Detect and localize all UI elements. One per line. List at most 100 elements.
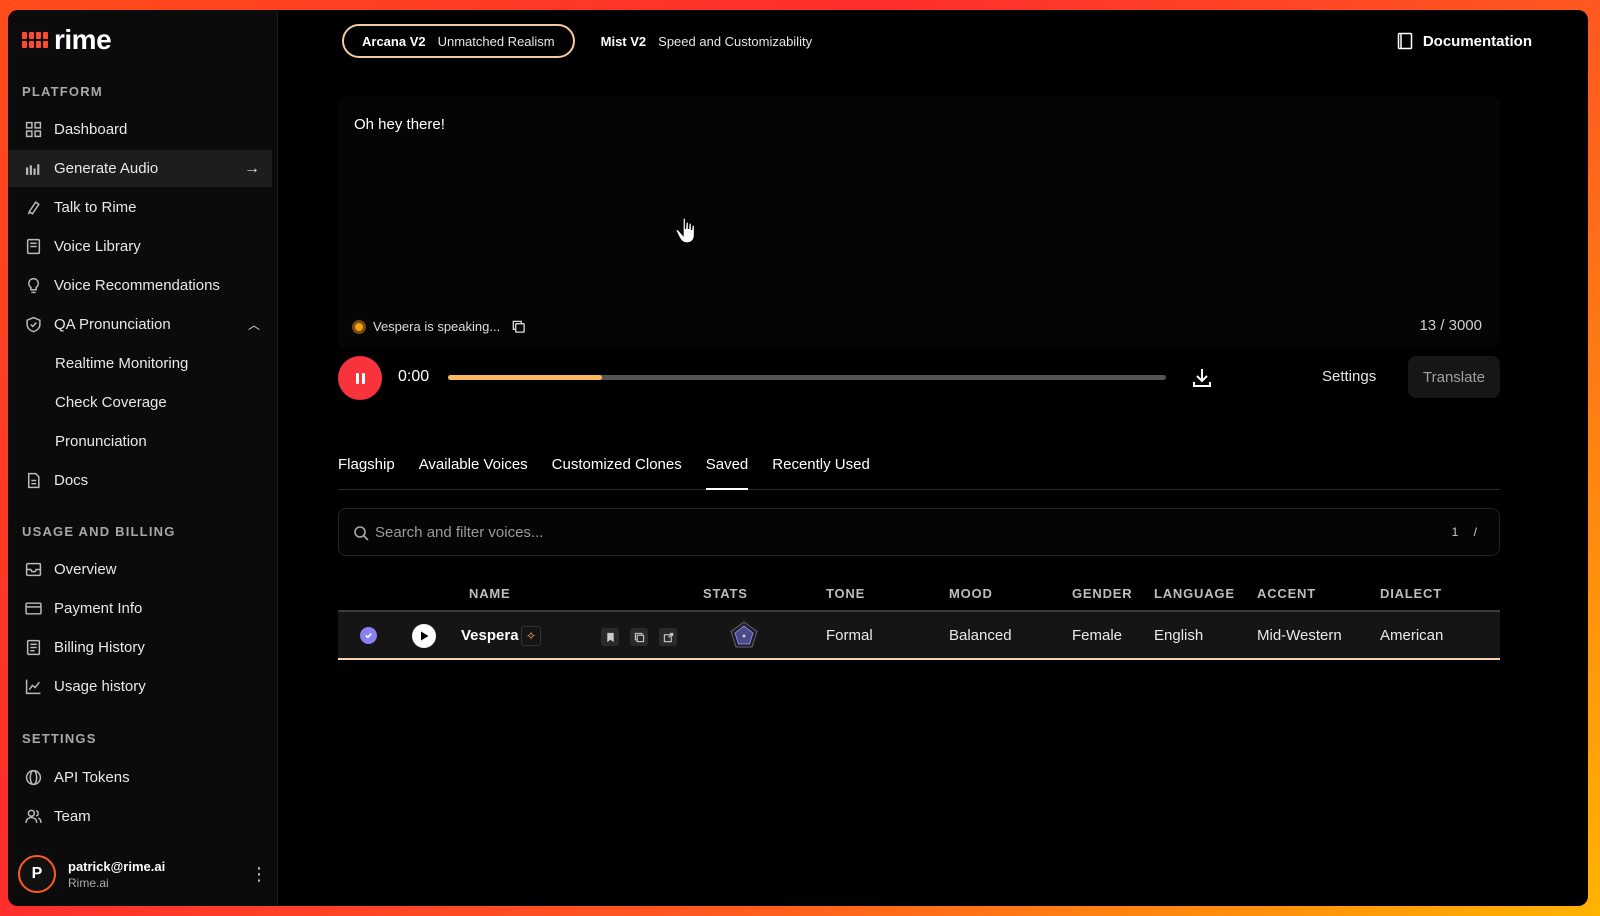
sidebar-item-voice-recommendations[interactable]: Voice Recommendations (8, 267, 272, 304)
play-voice-button[interactable] (412, 624, 436, 648)
playback-progress-bar[interactable] (448, 375, 1166, 380)
users-icon (24, 808, 42, 826)
user-org: Rime.ai (68, 875, 109, 890)
bookmark-icon[interactable] (601, 628, 619, 646)
sidebar-item-payment-info[interactable]: Payment Info (8, 590, 272, 627)
sidebar-item-label: Overview (54, 561, 117, 578)
app-window: rime PLATFORM Dashboard Generate Audio →… (8, 10, 1588, 906)
sidebar-item-api-tokens[interactable]: API Tokens (8, 759, 272, 796)
audio-player: 0:00 Settings Translate (338, 356, 1500, 400)
settings-button[interactable]: Settings (1322, 368, 1376, 385)
voice-tone: Formal (826, 627, 873, 644)
document-icon (24, 472, 42, 490)
speaking-indicator-icon (352, 319, 366, 334)
sidebar-item-label: Team (54, 808, 91, 825)
documentation-link[interactable]: Documentation (1397, 32, 1532, 50)
voice-tabs: Flagship Available Voices Customized Clo… (338, 454, 1500, 490)
voice-accent: Mid-Western (1257, 627, 1342, 644)
column-header-gender[interactable]: GENDER (1072, 586, 1132, 601)
column-header-dialect[interactable]: DIALECT (1380, 586, 1442, 601)
sidebar-item-docs[interactable]: Docs (8, 462, 272, 499)
tab-saved[interactable]: Saved (705, 454, 749, 490)
tab-recently-used[interactable]: Recently Used (772, 454, 870, 490)
model-tagline: Unmatched Realism (437, 33, 555, 49)
character-count: 13 / 3000 (1419, 317, 1482, 334)
column-header-stats[interactable]: STATS (703, 586, 748, 601)
book-open-icon (1397, 32, 1413, 50)
model-tab-mist-v2[interactable]: Mist V2 Speed and Customizability (583, 24, 830, 58)
sidebar-item-check-coverage[interactable]: Check Coverage (8, 384, 272, 421)
column-header-mood[interactable]: MOOD (949, 586, 993, 601)
sidebar-item-overview[interactable]: Overview (8, 551, 272, 588)
tab-available-voices[interactable]: Available Voices (419, 454, 528, 490)
logo-mark-icon (22, 32, 48, 48)
voice-language: English (1154, 627, 1204, 644)
documentation-label: Documentation (1422, 32, 1532, 50)
sidebar-item-dashboard[interactable]: Dashboard (8, 111, 272, 148)
editor-text[interactable]: Oh hey there! (354, 116, 445, 133)
sidebar-item-label: Payment Info (54, 600, 143, 617)
voice-search: 1 / (338, 508, 1500, 556)
column-header-language[interactable]: LANGUAGE (1154, 586, 1235, 601)
receipt-icon (24, 639, 42, 657)
copy-voice-icon[interactable] (630, 628, 648, 646)
model-tab-arcana-v2[interactable]: Arcana V2 Unmatched Realism (342, 24, 575, 58)
playback-time: 0:00 (398, 368, 430, 385)
voice-dialect: American (1380, 627, 1444, 644)
column-header-name[interactable]: NAME (469, 586, 510, 601)
voice-gender: Female (1072, 627, 1123, 644)
token-icon (24, 769, 42, 787)
search-input[interactable] (375, 509, 1415, 555)
sparkle-icon: ✧ (521, 626, 541, 646)
sidebar-item-usage-history[interactable]: Usage history (8, 668, 272, 705)
arrow-right-icon: → (244, 159, 260, 177)
translate-button[interactable]: Translate (1408, 356, 1500, 398)
sidebar-item-label: API Tokens (54, 769, 130, 786)
speaking-status-label: Vespera is speaking... (373, 319, 501, 334)
sidebar-item-voice-library[interactable]: Voice Library (8, 228, 272, 265)
book-icon (24, 238, 42, 256)
play-icon (420, 631, 428, 641)
model-name: Arcana V2 (362, 33, 426, 49)
sidebar-item-label: Docs (54, 472, 89, 489)
tab-customized-clones[interactable]: Customized Clones (552, 454, 682, 490)
column-header-tone[interactable]: TONE (826, 586, 865, 601)
sidebar-item-talk-to-rime[interactable]: Talk to Rime (8, 189, 272, 226)
voice-stats-radar-icon[interactable] (728, 620, 760, 652)
sidebar-item-billing-history[interactable]: Billing History (8, 629, 272, 666)
tab-flagship[interactable]: Flagship (338, 454, 395, 490)
hand-cursor-icon (675, 217, 696, 244)
external-link-icon[interactable] (659, 628, 677, 646)
sidebar-item-label: Realtime Monitoring (55, 355, 189, 372)
sidebar-item-label: QA Pronunciation (54, 316, 171, 333)
sidebar-item-generate-audio[interactable]: Generate Audio → (8, 150, 272, 187)
download-icon[interactable] (1190, 366, 1214, 390)
sidebar-item-label: Generate Audio (54, 160, 159, 177)
model-tagline: Speed and Customizability (658, 33, 813, 49)
speaking-status: Vespera is speaking... (352, 319, 526, 334)
model-selector: Arcana V2 Unmatched Realism Mist V2 Spee… (342, 24, 830, 58)
pause-button[interactable] (338, 356, 382, 400)
sidebar-item-qa-pronunciation[interactable]: QA Pronunciation ︿ (8, 306, 272, 343)
sidebar-item-label: Billing History (54, 639, 145, 656)
more-vertical-icon[interactable]: ⋮ (250, 864, 268, 885)
sidebar-item-team[interactable]: Team (8, 798, 272, 835)
inbox-icon (24, 561, 42, 579)
copy-icon[interactable] (511, 319, 526, 334)
sidebar-item-realtime-monitoring[interactable]: Realtime Monitoring (8, 345, 272, 382)
text-editor[interactable]: Oh hey there! Vespera is speaking... 13 … (338, 96, 1500, 348)
search-icon (354, 526, 369, 541)
table-row[interactable]: Vespera ✧ Formal Balanced Female English… (338, 610, 1500, 660)
sidebar: rime PLATFORM Dashboard Generate Audio →… (8, 10, 278, 906)
sidebar-item-label: Talk to Rime (54, 199, 137, 216)
model-name: Mist V2 (600, 33, 647, 49)
sidebar-item-pronunciation[interactable]: Pronunciation (8, 423, 272, 460)
column-header-accent[interactable]: ACCENT (1257, 586, 1316, 601)
pause-icon (355, 372, 359, 384)
shield-check-icon (24, 316, 42, 334)
selected-check-icon[interactable] (360, 627, 377, 644)
credit-card-icon (24, 600, 42, 618)
rime-logo[interactable]: rime (22, 24, 112, 56)
user-email: patrick@rime.ai (68, 858, 166, 874)
user-profile[interactable]: P patrick@rime.ai Rime.ai ⋮ (18, 852, 268, 896)
